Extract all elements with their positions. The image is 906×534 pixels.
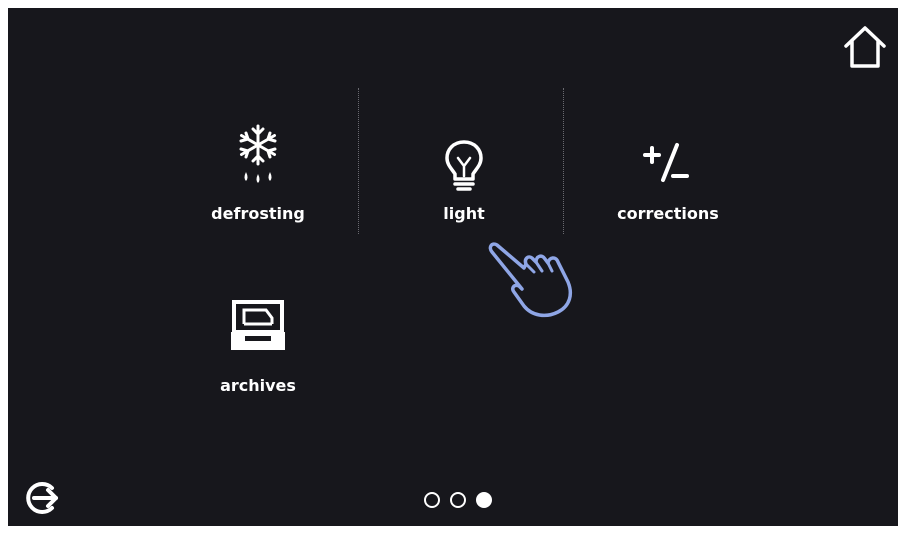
home-button[interactable] bbox=[840, 22, 890, 72]
menu-item-label: defrosting bbox=[211, 204, 305, 223]
menu-item-defrosting[interactable]: defrosting bbox=[178, 120, 338, 240]
screen: defrosting light corrections archives bbox=[8, 8, 898, 526]
menu-item-label: light bbox=[443, 204, 485, 223]
menu-item-label: archives bbox=[220, 376, 296, 395]
snowflake-drops-icon bbox=[239, 124, 277, 183]
page-dot-2[interactable] bbox=[450, 492, 466, 508]
menu-item-label: corrections bbox=[617, 204, 719, 223]
pagination bbox=[424, 492, 504, 512]
home-icon bbox=[844, 26, 886, 68]
page-dot-1[interactable] bbox=[424, 492, 440, 508]
archive-tray-icon bbox=[231, 300, 285, 350]
pointing-hand-icon bbox=[488, 242, 572, 318]
divider-left bbox=[358, 88, 359, 234]
menu-item-corrections[interactable]: corrections bbox=[588, 120, 748, 240]
light-bulb-icon bbox=[445, 140, 483, 191]
logout-icon bbox=[26, 482, 58, 514]
divider-right bbox=[563, 88, 564, 234]
page-dot-3-active[interactable] bbox=[476, 492, 492, 508]
menu-item-light[interactable]: light bbox=[384, 120, 544, 240]
menu-item-archives[interactable]: archives bbox=[178, 292, 338, 412]
logout-button[interactable] bbox=[22, 478, 62, 518]
plus-minus-icon bbox=[643, 143, 689, 182]
